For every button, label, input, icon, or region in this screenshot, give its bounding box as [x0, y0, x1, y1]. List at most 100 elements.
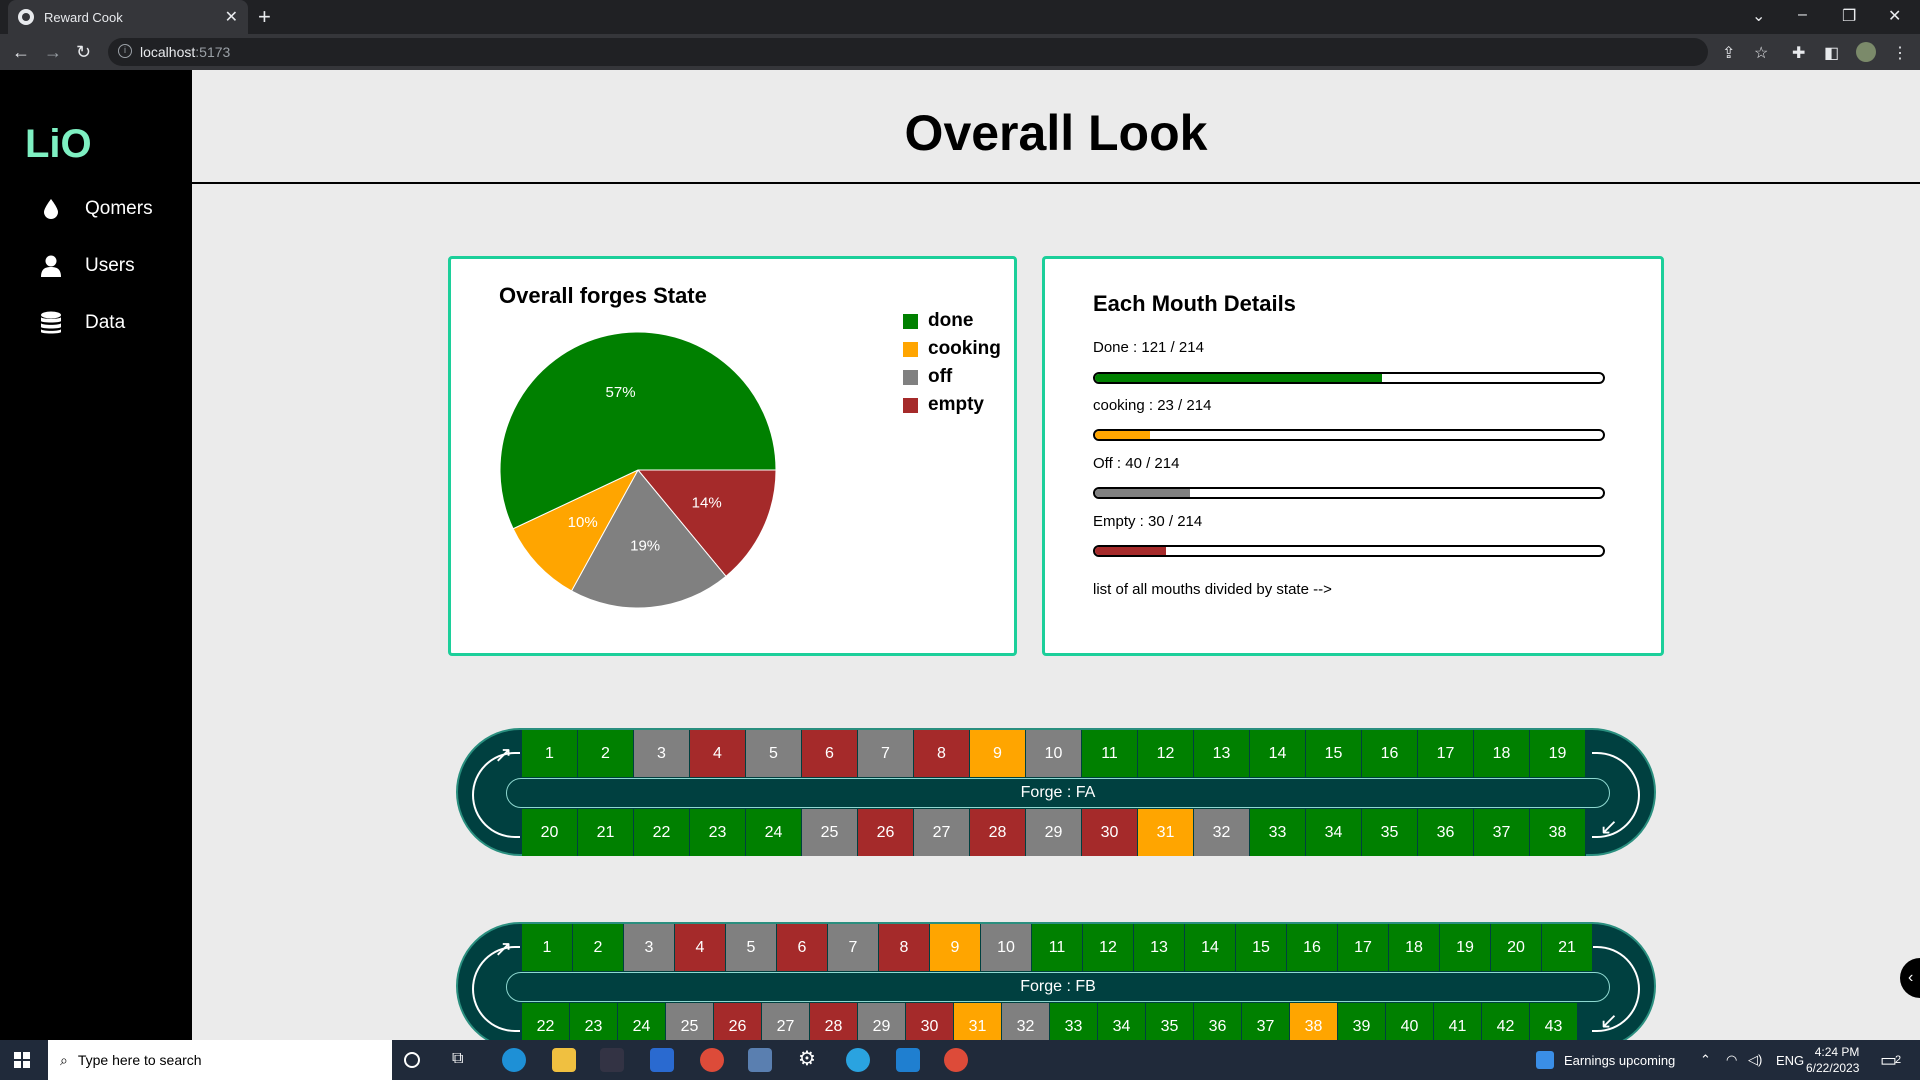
mouth-cell-done[interactable]: 1 [522, 730, 578, 777]
mouth-cell-done[interactable]: 23 [570, 1003, 618, 1040]
forward-icon[interactable]: → [44, 42, 62, 63]
mouth-cell-empty[interactable]: 28 [970, 809, 1026, 856]
profile-avatar[interactable] [1856, 42, 1876, 62]
task-view-icon[interactable]: ⧉ [452, 1050, 476, 1074]
mouth-cell-empty[interactable]: 8 [914, 730, 970, 777]
mouth-cell-off[interactable]: 25 [802, 809, 858, 856]
volume-icon[interactable]: ◁) [1748, 1040, 1762, 1080]
mouth-cell-empty[interactable]: 26 [714, 1003, 762, 1040]
mouth-cell-done[interactable]: 17 [1338, 924, 1389, 971]
mouth-cell-done[interactable]: 36 [1418, 809, 1474, 856]
mouth-cell-done[interactable]: 33 [1250, 809, 1306, 856]
mouth-cell-done[interactable]: 36 [1194, 1003, 1242, 1040]
mouth-cell-empty[interactable]: 26 [858, 809, 914, 856]
mouth-cell-done[interactable]: 2 [578, 730, 634, 777]
mouth-cell-done[interactable]: 15 [1236, 924, 1287, 971]
mouth-cell-off[interactable]: 10 [981, 924, 1032, 971]
sidebar-item-qomers[interactable]: Qomers [40, 198, 153, 220]
extensions-icon[interactable]: ✚ [1792, 43, 1805, 63]
windows-start-icon[interactable] [14, 1052, 30, 1068]
mouth-cell-empty[interactable]: 30 [906, 1003, 954, 1040]
app-wolf-icon[interactable] [600, 1048, 624, 1072]
mouth-cell-done[interactable]: 34 [1098, 1003, 1146, 1040]
mouth-cell-cooking[interactable]: 31 [954, 1003, 1002, 1040]
mouth-cell-done[interactable]: 41 [1434, 1003, 1482, 1040]
mouth-cell-off[interactable]: 5 [746, 730, 802, 777]
mouth-cell-done[interactable]: 15 [1306, 730, 1362, 777]
mouth-cell-done[interactable]: 21 [1542, 924, 1593, 971]
mouth-cell-done[interactable]: 38 [1530, 809, 1586, 856]
browser-tab[interactable]: Reward Cook ✕ [8, 0, 248, 34]
mouth-cell-empty[interactable]: 6 [802, 730, 858, 777]
mouth-cell-done[interactable]: 12 [1083, 924, 1134, 971]
mouth-cell-off[interactable]: 27 [762, 1003, 810, 1040]
mouth-cell-empty[interactable]: 28 [810, 1003, 858, 1040]
mouth-cell-done[interactable]: 20 [1491, 924, 1542, 971]
mouth-cell-off[interactable]: 10 [1026, 730, 1082, 777]
mouth-cell-off[interactable]: 5 [726, 924, 777, 971]
mouth-cell-done[interactable]: 1 [522, 924, 573, 971]
reload-icon[interactable]: ↻ [76, 42, 91, 63]
notification-center-button[interactable]: ▭ 2 [1880, 1040, 1901, 1080]
mouth-cell-done[interactable]: 18 [1474, 730, 1530, 777]
wifi-icon[interactable]: ◠ [1726, 1040, 1737, 1080]
mouth-cell-done[interactable]: 16 [1362, 730, 1418, 777]
mouth-cell-cooking[interactable]: 31 [1138, 809, 1194, 856]
mouth-cell-empty[interactable]: 4 [690, 730, 746, 777]
share-icon[interactable]: ⇪ [1722, 43, 1735, 63]
telegram-icon[interactable] [846, 1048, 870, 1072]
sidebar-item-users[interactable]: Users [40, 255, 135, 277]
mouth-cell-empty[interactable]: 4 [675, 924, 726, 971]
sidebar-item-data[interactable]: Data [40, 311, 125, 334]
window-close-icon[interactable]: ✕ [1888, 6, 1901, 26]
mouth-cell-done[interactable]: 37 [1474, 809, 1530, 856]
tab-search-icon[interactable]: ⌄ [1752, 6, 1765, 26]
mouth-cell-done[interactable]: 43 [1530, 1003, 1578, 1040]
mouth-cell-done[interactable]: 33 [1050, 1003, 1098, 1040]
file-explorer-icon[interactable] [552, 1048, 576, 1072]
mouth-cell-done[interactable]: 34 [1306, 809, 1362, 856]
mouth-cell-done[interactable]: 40 [1386, 1003, 1434, 1040]
mouth-cell-off[interactable]: 3 [634, 730, 690, 777]
mouth-cell-off[interactable]: 32 [1002, 1003, 1050, 1040]
mouth-cell-done[interactable]: 19 [1440, 924, 1491, 971]
settings-gear-icon[interactable]: ⚙ [798, 1046, 822, 1070]
mouth-cell-off[interactable]: 3 [624, 924, 675, 971]
mouth-cell-off[interactable]: 7 [828, 924, 879, 971]
cortana-icon[interactable] [404, 1052, 420, 1068]
mouth-cell-empty[interactable]: 6 [777, 924, 828, 971]
mouth-cell-done[interactable]: 35 [1146, 1003, 1194, 1040]
app-logo[interactable]: LiO [25, 122, 92, 167]
new-tab-button[interactable]: + [258, 4, 271, 30]
mouth-cell-empty[interactable]: 30 [1082, 809, 1138, 856]
mouth-cell-cooking[interactable]: 9 [970, 730, 1026, 777]
site-info-icon[interactable]: i [118, 44, 132, 58]
mouth-cell-done[interactable]: 13 [1194, 730, 1250, 777]
menu-kebab-icon[interactable]: ⋮ [1892, 43, 1908, 63]
chrome-profile-icon[interactable] [944, 1048, 968, 1072]
mouth-cell-off[interactable]: 32 [1194, 809, 1250, 856]
minimize-icon[interactable]: – [1798, 6, 1807, 24]
mouth-cell-done[interactable]: 20 [522, 809, 578, 856]
mouth-cell-done[interactable]: 22 [522, 1003, 570, 1040]
mouth-cell-cooking[interactable]: 9 [930, 924, 981, 971]
mouth-cell-off[interactable]: 29 [858, 1003, 906, 1040]
chrome-icon[interactable] [700, 1048, 724, 1072]
mouth-cell-done[interactable]: 19 [1530, 730, 1586, 777]
mouth-cell-done[interactable]: 37 [1242, 1003, 1290, 1040]
mouth-cell-off[interactable]: 7 [858, 730, 914, 777]
mouth-cell-done[interactable]: 14 [1250, 730, 1306, 777]
edge-icon[interactable] [502, 1048, 526, 1072]
mouth-cell-off[interactable]: 25 [666, 1003, 714, 1040]
mouth-cell-done[interactable]: 39 [1338, 1003, 1386, 1040]
vscode-icon[interactable] [896, 1048, 920, 1072]
mouth-cell-done[interactable]: 14 [1185, 924, 1236, 971]
mouth-cell-done[interactable]: 18 [1389, 924, 1440, 971]
mouth-cell-off[interactable]: 29 [1026, 809, 1082, 856]
mouth-cell-off[interactable]: 27 [914, 809, 970, 856]
mouth-cell-done[interactable]: 24 [746, 809, 802, 856]
tray-chevron-icon[interactable]: ⌃ [1700, 1040, 1711, 1080]
url-field[interactable]: i localhost:5173 [108, 38, 1708, 66]
restore-icon[interactable]: ❐ [1842, 6, 1856, 26]
mouth-cell-empty[interactable]: 8 [879, 924, 930, 971]
